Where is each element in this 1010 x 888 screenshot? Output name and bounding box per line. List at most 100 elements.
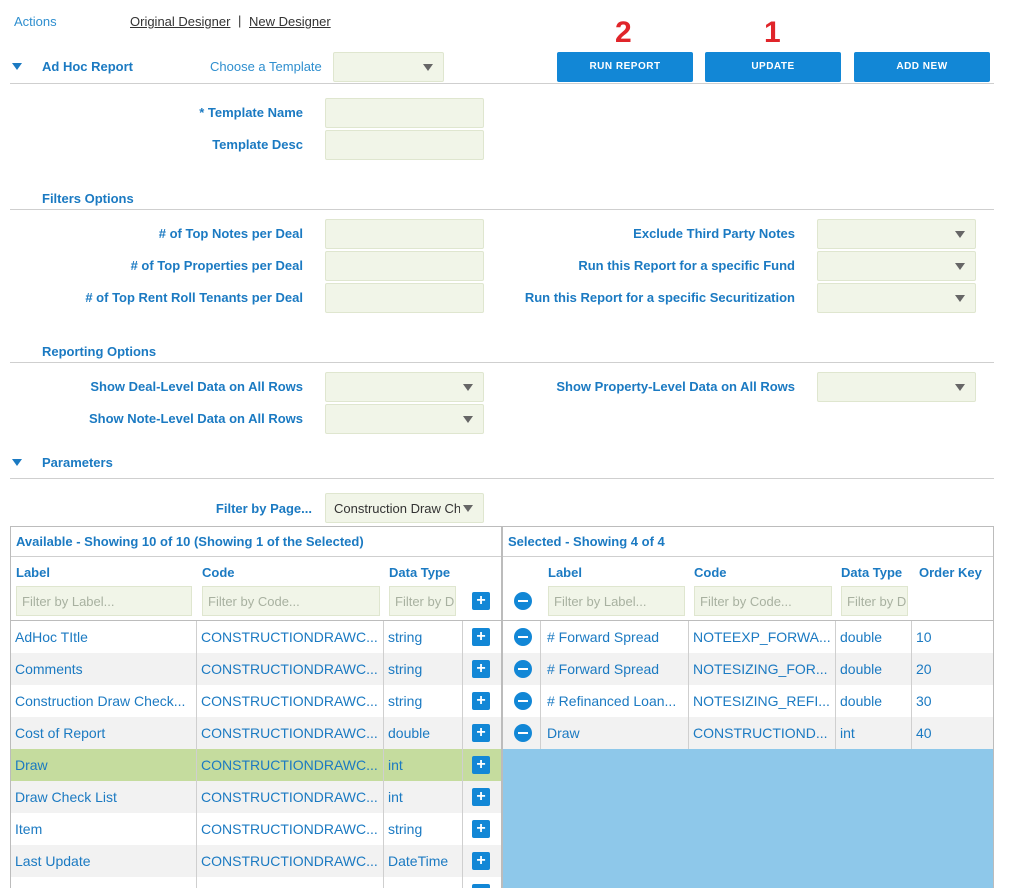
- deal-level-label: Show Deal-Level Data on All Rows: [90, 379, 303, 394]
- table-row[interactable]: Draw Check List CONSTRUCTIONDRAWC... int +: [11, 781, 501, 813]
- available-filter-label-input[interactable]: Filter by Label...: [16, 586, 192, 616]
- top-rent-roll-input[interactable]: [325, 283, 484, 313]
- chevron-down-icon: [423, 64, 433, 71]
- collapse-adhoc-caret-icon[interactable]: [12, 63, 22, 70]
- available-filter-code-input[interactable]: Filter by Code...: [202, 586, 380, 616]
- available-grid: Available - Showing 10 of 10 (Showing 1 …: [10, 526, 502, 888]
- run-report-button[interactable]: RUN REPORT: [557, 52, 693, 82]
- selected-col-code[interactable]: Code: [694, 565, 727, 580]
- table-row[interactable]: Item CONSTRUCTIONDRAWC... string +: [11, 813, 501, 845]
- table-row[interactable]: Comments CONSTRUCTIONDRAWC... string +: [11, 653, 501, 685]
- note-level-label: Show Note-Level Data on All Rows: [88, 411, 303, 426]
- selected-rows: # Forward Spread NOTEEXP_FORWA... double 10…: [503, 621, 993, 888]
- selected-title: Selected - Showing 4 of 4: [508, 534, 665, 549]
- table-row[interactable]: Last Update CONSTRUCTIONDRAWC... DateTime +: [11, 845, 501, 877]
- template-name-input[interactable]: [325, 98, 484, 128]
- table-row[interactable]: Cost of Report CONSTRUCTIONDRAWC... double…: [11, 717, 501, 749]
- row-code: CONSTRUCTIONDRAWC...: [201, 629, 378, 645]
- chevron-down-icon: [463, 384, 473, 391]
- add-plus-icon[interactable]: +: [472, 692, 490, 710]
- row-label: # Forward Spread: [547, 661, 660, 677]
- top-rent-roll-label: # of Top Rent Roll Tenants per Deal: [85, 290, 303, 305]
- chevron-down-icon: [955, 263, 965, 270]
- selected-grid: Selected - Showing 4 of 4 Label Code Dat…: [502, 526, 994, 888]
- selected-filter-code-input[interactable]: Filter by Code...: [694, 586, 832, 616]
- row-data-type: double: [840, 661, 883, 677]
- add-plus-icon[interactable]: +: [472, 660, 490, 678]
- row-data-type: double: [840, 629, 883, 645]
- add-plus-icon[interactable]: +: [472, 852, 490, 870]
- original-designer-link[interactable]: Original Designer: [130, 14, 230, 29]
- filter-by-page-select[interactable]: Construction Draw Ch: [325, 493, 484, 523]
- available-filter-type-input[interactable]: Filter by D: [389, 586, 456, 616]
- top-notes-input[interactable]: [325, 219, 484, 249]
- property-level-label: Show Property-Level Data on All Rows: [556, 379, 795, 394]
- divider: [503, 556, 993, 557]
- specific-securitization-select[interactable]: [817, 283, 976, 313]
- add-plus-icon[interactable]: +: [472, 820, 490, 838]
- remove-all-minus-icon[interactable]: [514, 592, 532, 610]
- table-row[interactable]: # Forward Spread NOTESIZING_FOR... double 2…: [503, 653, 993, 685]
- template-desc-input[interactable]: [325, 130, 484, 160]
- filter-by-page-value: Construction Draw Ch: [334, 501, 460, 516]
- new-designer-link[interactable]: New Designer: [249, 14, 331, 29]
- remove-minus-icon[interactable]: [514, 692, 532, 710]
- chevron-down-icon: [955, 384, 965, 391]
- column-divider: [911, 621, 912, 749]
- row-code: NOTEEXP_FORWA...: [693, 629, 831, 645]
- remove-minus-icon[interactable]: [514, 628, 532, 646]
- column-divider: [540, 621, 541, 749]
- row-label: Comments: [15, 661, 83, 677]
- add-new-button[interactable]: ADD NEW: [854, 52, 990, 82]
- available-title: Available - Showing 10 of 10 (Showing 1 …: [16, 534, 364, 549]
- exclude-third-party-select[interactable]: [817, 219, 976, 249]
- add-plus-icon[interactable]: +: [472, 724, 490, 742]
- table-row[interactable]: # Forward Spread NOTEEXP_FORWA... double 10: [503, 621, 993, 653]
- top-properties-input[interactable]: [325, 251, 484, 281]
- add-plus-icon[interactable]: +: [472, 788, 490, 806]
- available-col-code[interactable]: Code: [202, 565, 235, 580]
- available-col-type[interactable]: Data Type: [389, 565, 450, 580]
- deal-level-select[interactable]: [325, 372, 484, 402]
- adhoc-report-title: Ad Hoc Report: [42, 59, 133, 74]
- remove-minus-icon[interactable]: [514, 660, 532, 678]
- specific-fund-select[interactable]: [817, 251, 976, 281]
- selected-col-order[interactable]: Order Key: [919, 565, 982, 580]
- add-plus-icon[interactable]: +: [472, 884, 490, 888]
- row-code: CONSTRUCTIONDRAWC...: [201, 821, 378, 837]
- row-code: NOTESIZING_REFI...: [693, 693, 830, 709]
- property-level-select[interactable]: [817, 372, 976, 402]
- column-divider: [383, 621, 384, 888]
- row-label: Construction Draw Check...: [15, 693, 186, 709]
- row-label: Last Updated By: [11, 877, 195, 888]
- available-col-label[interactable]: Label: [16, 565, 50, 580]
- add-plus-icon[interactable]: +: [472, 628, 490, 646]
- table-row[interactable]: Last Updated ByCONSTRUCTIONDRAWC... strin…: [11, 877, 501, 888]
- table-row[interactable]: Construction Draw Check... CONSTRUCTIONDR…: [11, 685, 501, 717]
- selected-filter-type-input[interactable]: Filter by D: [841, 586, 908, 616]
- row-order-key: 40: [916, 725, 932, 741]
- column-divider: [196, 621, 197, 888]
- row-code: NOTESIZING_FOR...: [693, 661, 828, 677]
- row-code: CONSTRUCTIONDRAWC...: [201, 853, 378, 869]
- available-rows: AdHoc TItle CONSTRUCTIONDRAWC... string + Co…: [11, 621, 501, 888]
- table-row[interactable]: AdHoc TItle CONSTRUCTIONDRAWC... string +: [11, 621, 501, 653]
- update-button[interactable]: UPDATE: [705, 52, 841, 82]
- choose-template-select[interactable]: [333, 52, 444, 82]
- reporting-options-title: Reporting Options: [42, 344, 157, 359]
- selected-filter-label-input[interactable]: Filter by Label...: [548, 586, 685, 616]
- add-plus-icon[interactable]: +: [472, 756, 490, 774]
- annotation-1: 1: [764, 16, 781, 49]
- row-data-type: string: [388, 821, 423, 837]
- collapse-parameters-caret-icon[interactable]: [12, 459, 22, 466]
- note-level-select[interactable]: [325, 404, 484, 434]
- table-row[interactable]: # Refinanced Loan... NOTESIZING_REFI... do…: [503, 685, 993, 717]
- remove-minus-icon[interactable]: [514, 724, 532, 742]
- table-row[interactable]: Draw CONSTRUCTIOND... int 40: [503, 717, 993, 749]
- add-all-plus-icon[interactable]: +: [472, 592, 490, 610]
- table-row[interactable]: Draw CONSTRUCTIONDRAWC... int +: [11, 749, 501, 781]
- selected-col-type[interactable]: Data Type: [841, 565, 902, 580]
- row-label: Item: [15, 821, 43, 837]
- selected-col-label[interactable]: Label: [548, 565, 582, 580]
- row-data-type: DateTime: [388, 853, 449, 869]
